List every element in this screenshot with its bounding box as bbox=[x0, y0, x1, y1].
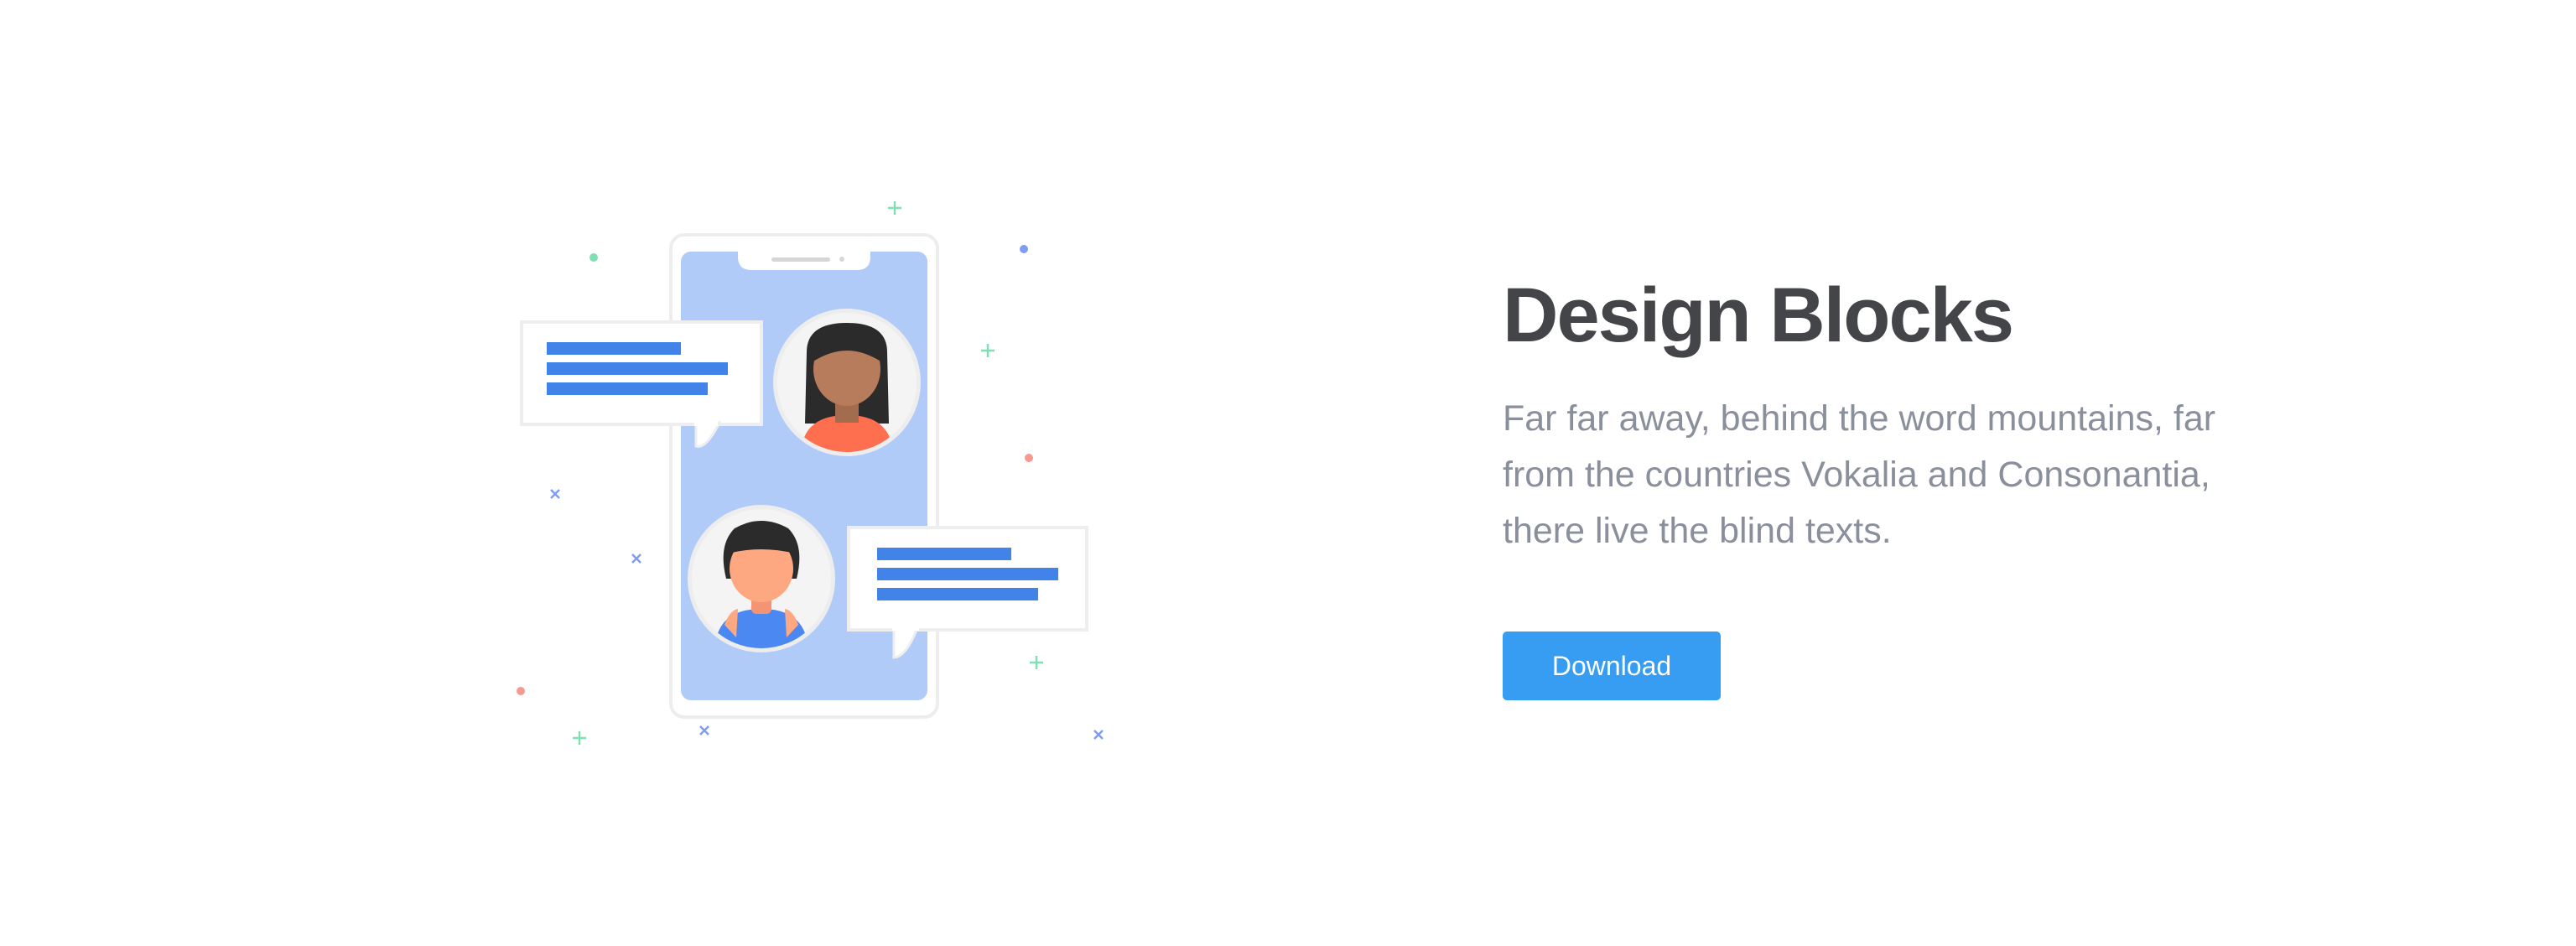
hero-description: Far far away, behind the word mountains,… bbox=[1503, 398, 2216, 551]
page-title: Design Blocks bbox=[1503, 273, 2014, 358]
avatar-icon bbox=[773, 309, 921, 456]
download-button[interactable]: Download bbox=[1503, 632, 1721, 700]
dot-icon bbox=[517, 687, 525, 695]
hero-content: Design Blocks Far far away, behind the w… bbox=[1503, 268, 2291, 700]
dot-icon bbox=[1025, 454, 1033, 462]
dot-icon bbox=[1020, 245, 1028, 253]
dot-icon bbox=[589, 253, 598, 262]
